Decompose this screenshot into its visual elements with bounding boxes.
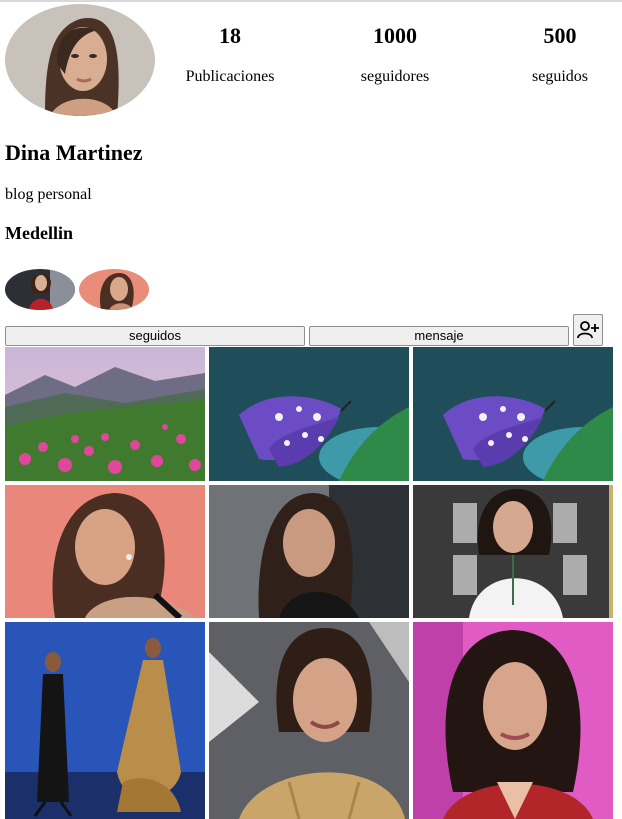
following-button[interactable]: seguidos xyxy=(5,326,305,346)
post-tile-3[interactable] xyxy=(413,347,613,481)
stat-followers-count: 1000 xyxy=(373,23,417,48)
story-highlight-2[interactable] xyxy=(79,269,149,310)
post-tile-7[interactable] xyxy=(5,622,205,819)
story-highlight-1[interactable] xyxy=(5,269,75,310)
person-plus-icon xyxy=(577,321,599,339)
top-divider xyxy=(0,0,622,2)
stat-followers[interactable]: 1000 seguidores xyxy=(330,22,460,87)
stat-following-label: seguidos xyxy=(532,68,588,85)
post-tile-5[interactable] xyxy=(209,485,409,618)
stat-followers-label: seguidores xyxy=(360,68,430,85)
post-tile-2[interactable] xyxy=(209,347,409,481)
add-user-button[interactable] xyxy=(573,314,603,346)
profile-avatar[interactable] xyxy=(5,4,155,116)
stat-following[interactable]: 500 seguidos xyxy=(495,22,622,87)
profile-name: Dina Martinez xyxy=(5,140,143,165)
profile-bio: blog personal xyxy=(5,186,92,203)
post-tile-6[interactable] xyxy=(413,485,613,618)
stat-posts-label: Publicaciones xyxy=(185,68,275,85)
post-tile-1[interactable] xyxy=(5,347,205,481)
post-tile-9[interactable] xyxy=(413,622,613,819)
stat-following-count: 500 xyxy=(543,23,577,48)
stat-posts-count: 18 xyxy=(219,23,241,48)
profile-city: Medellin xyxy=(5,223,73,243)
message-button[interactable]: mensaje xyxy=(309,326,569,346)
post-tile-4[interactable] xyxy=(5,485,205,618)
stat-posts[interactable]: 18 Publicaciones xyxy=(165,22,295,87)
post-tile-8[interactable] xyxy=(209,622,409,819)
